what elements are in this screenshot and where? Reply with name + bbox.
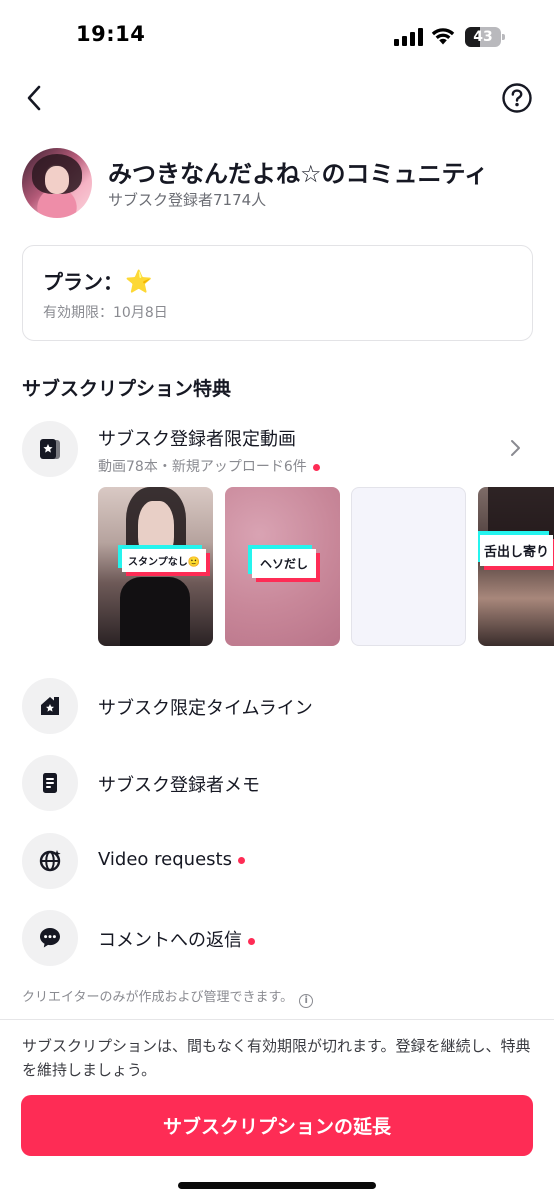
battery-icon: 43 [465,27,505,47]
thumbnail-tag: ヘソだし [252,549,317,578]
benefit-label: Video requests [98,849,245,870]
divider [0,1019,554,1020]
benefit-timeline[interactable]: サブスク限定タイムライン [22,678,532,734]
home-indicator [178,1182,376,1189]
top-nav [0,78,554,118]
benefit-sub: 動画78本・新規アップロード6件 [98,456,320,476]
chat-bubble-icon [22,910,78,966]
extend-subscription-button[interactable]: サブスクリプションの延長 [21,1095,533,1156]
new-indicator [237,856,245,864]
benefit-label: サブスク登録者限定動画 [98,429,296,450]
video-star-icon [22,421,78,477]
benefit-label: サブスク限定タイムライン [98,698,313,719]
avatar[interactable] [22,148,92,218]
globe-sparkle-icon [22,833,78,889]
wifi-icon [431,28,455,45]
thumbnail-tag: スタンプなし🙂 [122,549,207,572]
status-bar: 19:14 43 [0,0,554,66]
benefit-video-requests[interactable]: Video requests [22,833,532,889]
thumbnail-3[interactable] [351,487,466,646]
plan-card[interactable]: プラン：⭐ 有効期限：10月8日 [22,245,533,341]
new-indicator [312,463,320,471]
new-indicator [248,937,255,945]
benefit-exclusive-videos[interactable]: サブスク登録者限定動画 動画78本・新規アップロード6件 [22,421,532,477]
plan-expiry: 有効期限：10月8日 [43,305,168,321]
thumbnail-tag: 舌出し寄り [480,535,554,566]
section-title: サブスクリプション特典 [22,378,232,400]
video-thumbnails: スタンプなし🙂 ヘソだし 舌出し寄り [98,487,554,647]
help-icon[interactable] [501,82,533,114]
chevron-right-icon [511,440,520,456]
status-time: 19:14 [76,22,146,46]
benefit-comment-replies[interactable]: コメントへの返信 [22,910,532,966]
star-icon: ⭐ [125,270,153,295]
cellular-signal-icon [394,28,424,46]
back-button[interactable] [18,82,50,114]
subscriber-count: サブスク登録者7174人 [108,191,267,209]
plan-label: プラン： [43,270,123,294]
plan-title: プラン：⭐ [43,266,152,295]
battery-level: 43 [473,29,493,45]
community-name: みつきなんだよね☆のコミュニティ [108,160,489,188]
thumbnail-4[interactable]: 舌出し寄り [478,487,554,646]
thumbnail-2[interactable]: ヘソだし [225,487,340,646]
chevron-left-icon [27,85,41,111]
benefit-label: サブスク登録者メモ [98,775,260,796]
home-star-icon [22,678,78,734]
benefit-label: コメントへの返信 [98,926,255,952]
thumbnail-1[interactable]: スタンプなし🙂 [98,487,213,646]
community-header: みつきなんだよね☆のコミュニティ サブスク登録者7174人 [22,148,532,220]
info-icon[interactable]: i [299,994,314,1008]
benefit-memo[interactable]: サブスク登録者メモ [22,755,532,811]
note-icon [22,755,78,811]
expiry-notice: サブスクリプションは、間もなく有効期限が切れます。登録を継続し、特典を維持しまし… [22,1037,531,1079]
creator-managed-note: クリエイターのみが作成および管理できます。 i [22,986,314,1008]
